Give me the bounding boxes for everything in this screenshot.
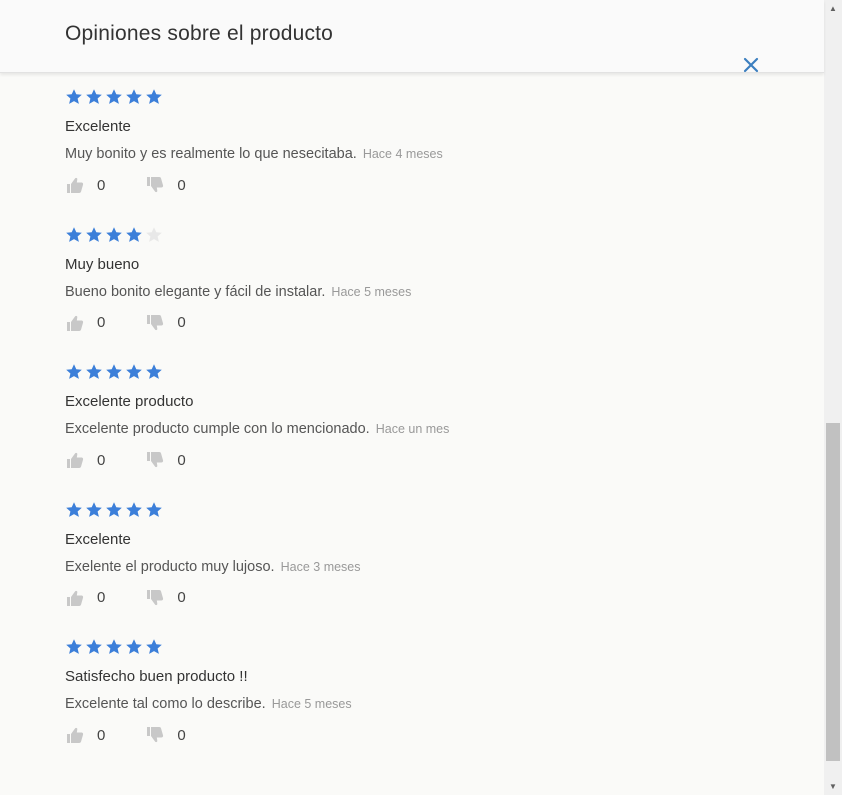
review-item: Satisfecho buen producto !! Excelente tal…: [65, 636, 805, 774]
star-filled-icon: [86, 89, 102, 104]
review-text: Exelente el producto muy lujoso.: [65, 558, 275, 575]
like-button[interactable]: 0: [65, 450, 105, 470]
reviews-modal: Opiniones sobre el producto Excelente Muy…: [0, 0, 824, 795]
scroll-down-arrow-icon[interactable]: ▼: [824, 778, 842, 795]
review-votes: 00: [65, 725, 186, 745]
like-count: 0: [97, 176, 106, 194]
review-item: Excelente producto Excelente producto cum…: [65, 361, 805, 499]
review-title: Excelente: [65, 118, 131, 135]
star-filled-icon: [106, 364, 122, 379]
star-filled-icon: [86, 226, 102, 242]
review-date: Hace un mes: [375, 422, 450, 436]
dislike-button[interactable]: 0: [145, 588, 186, 608]
star-filled-icon: [86, 501, 102, 517]
review-item: Excelente Exelente el producto muy lujoso…: [65, 499, 805, 637]
like-button[interactable]: 0: [65, 588, 105, 608]
review-title: Excelente producto: [65, 393, 194, 410]
like-count: 0: [97, 589, 106, 606]
review-title: Satisfecho buen producto !!: [65, 668, 248, 685]
modal-header: Opiniones sobre el producto: [0, 0, 824, 73]
review-text: Bueno bonito elegante y fácil de instala…: [65, 283, 326, 300]
review-votes: 00: [65, 313, 186, 333]
reviews-list: Excelente Muy bonito y es realmente lo qu…: [65, 86, 805, 774]
star-filled-icon: [146, 364, 162, 379]
review-body: Excelente producto cumple con lo mencion…: [65, 421, 449, 437]
review-votes: 00: [65, 450, 186, 470]
star-filled-icon: [146, 639, 162, 654]
thumbs-down-icon: [147, 314, 164, 330]
dislike-button[interactable]: 0: [145, 450, 186, 470]
review-date: Hace 4 meses: [362, 147, 443, 161]
dislike-count: 0: [177, 314, 186, 331]
star-filled-icon: [126, 226, 142, 242]
thumbs-up-icon: [67, 177, 84, 193]
review-votes: 00: [65, 175, 186, 195]
star-empty-icon: [146, 226, 162, 242]
star-filled-icon: [66, 364, 82, 379]
star-filled-icon: [146, 89, 162, 104]
star-filled-icon: [146, 501, 162, 517]
star-filled-icon: [66, 639, 82, 654]
close-icon[interactable]: [741, 55, 761, 75]
like-button[interactable]: 0: [65, 175, 105, 195]
dislike-count: 0: [177, 451, 186, 469]
modal-title: Opiniones sobre el producto: [65, 22, 334, 45]
star-filled-icon: [106, 89, 122, 104]
thumbs-down-icon: [147, 589, 164, 605]
dislike-button[interactable]: 0: [145, 175, 186, 195]
review-text: Excelente tal como lo describe.: [65, 696, 266, 712]
review-body: Bueno bonito elegante y fácil de instala…: [65, 284, 411, 300]
star-filled-icon: [66, 226, 82, 242]
star-rating: [65, 226, 163, 244]
review-date: Hace 5 meses: [271, 697, 352, 711]
review-text: Muy bonito y es realmente lo que nesecit…: [65, 146, 357, 162]
star-filled-icon: [126, 364, 142, 379]
scrollbar-thumb[interactable]: [826, 423, 840, 761]
star-rating: [65, 363, 163, 381]
like-button[interactable]: 0: [65, 313, 105, 333]
like-button[interactable]: 0: [65, 725, 105, 745]
thumbs-down-icon: [147, 727, 164, 743]
dislike-button[interactable]: 0: [145, 313, 186, 333]
thumbs-down-icon: [147, 452, 164, 468]
star-filled-icon: [126, 501, 142, 517]
scrollbar[interactable]: ▲ ▼: [824, 0, 842, 795]
like-count: 0: [97, 314, 106, 331]
review-body: Exelente el producto muy lujoso. Hace 3 …: [65, 559, 361, 575]
review-votes: 00: [65, 588, 186, 608]
star-filled-icon: [106, 639, 122, 654]
dislike-button[interactable]: 0: [145, 725, 186, 745]
star-filled-icon: [126, 639, 142, 654]
star-filled-icon: [66, 501, 82, 517]
review-body: Excelente tal como lo describe. Hace 5 m…: [65, 696, 352, 712]
review-title: Excelente: [65, 530, 131, 548]
star-rating: [65, 638, 163, 656]
star-filled-icon: [86, 364, 102, 379]
star-rating: [65, 88, 163, 106]
thumbs-up-icon: [67, 452, 84, 468]
dislike-count: 0: [177, 176, 186, 194]
star-filled-icon: [66, 89, 82, 104]
like-count: 0: [97, 726, 106, 744]
review-date: Hace 5 meses: [331, 284, 412, 299]
star-rating: [65, 501, 163, 519]
thumbs-down-icon: [147, 177, 164, 193]
dislike-count: 0: [177, 726, 186, 744]
star-filled-icon: [106, 226, 122, 242]
star-filled-icon: [126, 89, 142, 104]
review-item: Excelente Muy bonito y es realmente lo qu…: [65, 86, 805, 224]
review-date: Hace 3 meses: [280, 559, 361, 574]
thumbs-up-icon: [67, 315, 84, 331]
review-text: Excelente producto cumple con lo mencion…: [65, 421, 370, 437]
star-filled-icon: [86, 639, 102, 654]
like-count: 0: [97, 451, 106, 469]
thumbs-up-icon: [67, 590, 84, 606]
dislike-count: 0: [177, 589, 186, 606]
review-title: Muy bueno: [65, 255, 140, 273]
star-filled-icon: [106, 501, 122, 517]
thumbs-up-icon: [67, 727, 84, 743]
scroll-up-arrow-icon[interactable]: ▲: [824, 0, 842, 17]
review-body: Muy bonito y es realmente lo que nesecit…: [65, 146, 443, 162]
review-item: Muy bueno Bueno bonito elegante y fácil d…: [65, 224, 805, 362]
